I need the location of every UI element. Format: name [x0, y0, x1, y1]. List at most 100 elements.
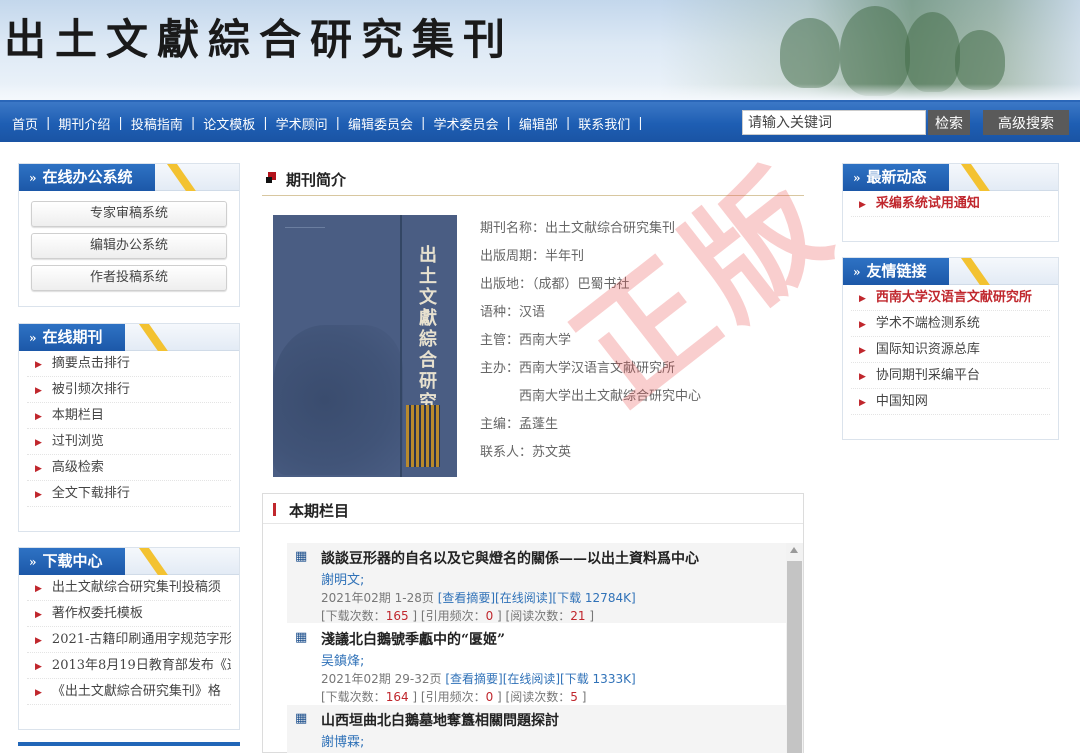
- editor-office-system-button[interactable]: 编辑办公系统: [31, 233, 227, 259]
- search-input[interactable]: [742, 110, 926, 135]
- double-chevron-icon: »: [853, 171, 861, 185]
- article-author[interactable]: 吴鎮烽;: [321, 650, 788, 669]
- nav-editorial-office[interactable]: 编辑部: [511, 114, 566, 133]
- list-item-label: 2013年8月19日教育部发布《通: [51, 658, 231, 673]
- office-box-title: 在线办公系统: [42, 168, 133, 186]
- nav-contact[interactable]: 联系我们: [570, 114, 638, 133]
- tab-gold-stripe: [139, 324, 168, 351]
- article-links[interactable]: [查看摘要][在线阅读][下载 1333K]: [445, 672, 635, 686]
- office-box-tab: » 在线办公系统: [19, 164, 155, 191]
- list-item-label: 摘要点击排行: [51, 356, 130, 371]
- info-contact: 联系人：苏文英: [480, 445, 572, 460]
- list-item-label: 本期栏目: [51, 408, 104, 423]
- list-item[interactable]: ▶ 过刊浏览: [27, 429, 231, 455]
- article-title[interactable]: 淺議北白鵝號季甗中的“匽姬”: [321, 629, 788, 649]
- download-box-tab: » 下载中心: [19, 548, 125, 575]
- info-editor: 主编：孟蓬生: [480, 417, 559, 432]
- journal-list: ▶ 摘要点击排行 ▶ 被引频次排行 ▶ 本期栏目 ▶ 过刊浏览 ▶ 高级检索 ▶ 全文下载排…: [19, 351, 239, 507]
- article-links[interactable]: [查看摘要][在线阅读][下载 12784K]: [438, 591, 636, 605]
- intro-mark-icon: [266, 177, 272, 183]
- list-item[interactable]: ▶ 《出土文獻綜合研究集刊》格: [27, 679, 231, 705]
- header-fade: [0, 84, 1080, 100]
- article-title[interactable]: 談談豆形器的自名以及它與燈名的關係——以出土資料爲中心: [321, 548, 788, 568]
- triangle-bullet-icon: ▶: [35, 584, 42, 594]
- links-box: » 友情链接 ▶ 西南大学汉语言文献研究所 ▶ 学术不端检测系统 ▶ 国际知识资源总库 …: [842, 257, 1059, 440]
- tree-shape: [905, 12, 960, 92]
- article-list: ▦ 談談豆形器的自名以及它與燈名的關係——以出土資料爲中心 謝明文; 2021年…: [287, 543, 788, 753]
- document-icon: ▦: [295, 549, 308, 564]
- article-stats: [下载次数：164 ] [引用频次：0 ] [阅读次数：5 ]: [321, 688, 788, 705]
- article-title[interactable]: 山西垣曲北白鵝墓地奪簋相關問題探討: [321, 710, 788, 730]
- download-box-header: » 下载中心: [19, 548, 239, 575]
- triangle-bullet-icon: ▶: [35, 412, 42, 422]
- next-box-top: [18, 742, 240, 746]
- download-list: ▶ 出土文献综合研究集刊投稿须 ▶ 著作权委托模板 ▶ 2021-古籍印刷通用字规范字…: [19, 575, 239, 705]
- cover-spine: [400, 215, 402, 477]
- article-stats: [下载次数：165 ] [引用频次：0 ] [阅读次数：21 ]: [321, 607, 788, 624]
- expert-review-system-button[interactable]: 专家审稿系统: [31, 201, 227, 227]
- list-item[interactable]: ▶ 2021-古籍印刷通用字规范字形: [27, 627, 231, 653]
- article-author[interactable]: 謝明文;: [321, 569, 788, 588]
- info-sponsor-2: 西南大学出土文献综合研究中心: [480, 389, 702, 404]
- links-list: ▶ 西南大学汉语言文献研究所 ▶ 学术不端检测系统 ▶ 国际知识资源总库 ▶ 协同期刊采…: [843, 285, 1058, 415]
- list-item[interactable]: ▶ 学术不端检测系统: [851, 311, 1050, 337]
- news-box-header: » 最新动态: [843, 164, 1058, 191]
- list-item[interactable]: ▶ 采编系统试用通知: [851, 191, 1050, 217]
- info-language: 语种：汉语: [480, 305, 546, 320]
- list-item-label: 学术不端检测系统: [875, 316, 980, 331]
- list-item[interactable]: ▶ 全文下载排行: [27, 481, 231, 507]
- list-item[interactable]: ▶ 西南大学汉语言文献研究所: [851, 285, 1050, 311]
- scroll-up-icon[interactable]: [790, 547, 798, 553]
- article-scrollbar[interactable]: [786, 543, 803, 753]
- info-sponsor: 主办：西南大学汉语言文献研究所: [480, 361, 676, 376]
- search-button[interactable]: 检索: [928, 110, 970, 135]
- list-item[interactable]: ▶ 协同期刊采编平台: [851, 363, 1050, 389]
- list-item[interactable]: ▶ 著作权委托模板: [27, 601, 231, 627]
- advanced-search-button[interactable]: 高级搜索: [983, 110, 1069, 135]
- double-chevron-icon: »: [29, 171, 37, 185]
- article-item: ▦ 談談豆形器的自名以及它與燈名的關係——以出土資料爲中心 謝明文; 2021年…: [287, 543, 788, 624]
- list-item[interactable]: ▶ 高级检索: [27, 455, 231, 481]
- nav-academic-committee[interactable]: 学术委员会: [425, 114, 506, 133]
- list-item[interactable]: ▶ 本期栏目: [27, 403, 231, 429]
- nav-paper-template[interactable]: 论文模板: [195, 114, 263, 133]
- triangle-bullet-icon: ▶: [35, 688, 42, 698]
- triangle-bullet-icon: ▶: [35, 464, 42, 474]
- site-header: 出土文獻綜合研究集刊: [0, 0, 1080, 100]
- list-item[interactable]: ▶ 出土文献综合研究集刊投稿须: [27, 575, 231, 601]
- info-place: 出版地：（成都）巴蜀书社: [480, 277, 630, 292]
- nav-advisors[interactable]: 学术顾问: [268, 114, 336, 133]
- read-count: 5: [570, 690, 578, 704]
- list-item[interactable]: ▶ 摘要点击排行: [27, 351, 231, 377]
- list-item[interactable]: ▶ 2013年8月19日教育部发布《通: [27, 653, 231, 679]
- office-buttons: 专家审稿系统 编辑办公系统 作者投稿系统: [19, 191, 239, 291]
- article-author[interactable]: 謝博霖;: [321, 731, 788, 750]
- nav-home[interactable]: 首页: [4, 114, 46, 133]
- list-item[interactable]: ▶ 国际知识资源总库: [851, 337, 1050, 363]
- nav-journal-intro[interactable]: 期刊介绍: [50, 114, 118, 133]
- news-box-tab: » 最新动态: [843, 164, 949, 191]
- triangle-bullet-icon: ▶: [859, 372, 866, 382]
- list-item[interactable]: ▶ 中国知网: [851, 389, 1050, 415]
- stat-label: ] [阅读次数：: [493, 690, 571, 704]
- list-item[interactable]: ▶ 被引频次排行: [27, 377, 231, 403]
- tree-shape: [840, 6, 910, 96]
- nav-submission-guide[interactable]: 投稿指南: [123, 114, 191, 133]
- triangle-bullet-icon: ▶: [859, 200, 866, 210]
- article-pub: 2021年02期 29-32页: [321, 672, 442, 686]
- tab-gold-stripe: [139, 548, 168, 575]
- nav-editorial-board[interactable]: 编辑委员会: [340, 114, 421, 133]
- links-box-header: » 友情链接: [843, 258, 1058, 285]
- scroll-thumb[interactable]: [787, 561, 802, 753]
- triangle-bullet-icon: ▶: [35, 662, 42, 672]
- author-submission-system-button[interactable]: 作者投稿系统: [31, 265, 227, 291]
- cover-line: [285, 227, 325, 239]
- triangle-bullet-icon: ▶: [35, 386, 42, 396]
- download-count: 165: [385, 609, 409, 623]
- news-box: » 最新动态 ▶ 采编系统试用通知: [842, 163, 1059, 242]
- triangle-bullet-icon: ▶: [859, 294, 866, 304]
- stat-label: ]: [585, 609, 595, 623]
- triangle-bullet-icon: ▶: [35, 610, 42, 620]
- intro-title: 期刊简介: [286, 171, 347, 189]
- list-item-label: 《出土文獻綜合研究集刊》格: [51, 684, 221, 699]
